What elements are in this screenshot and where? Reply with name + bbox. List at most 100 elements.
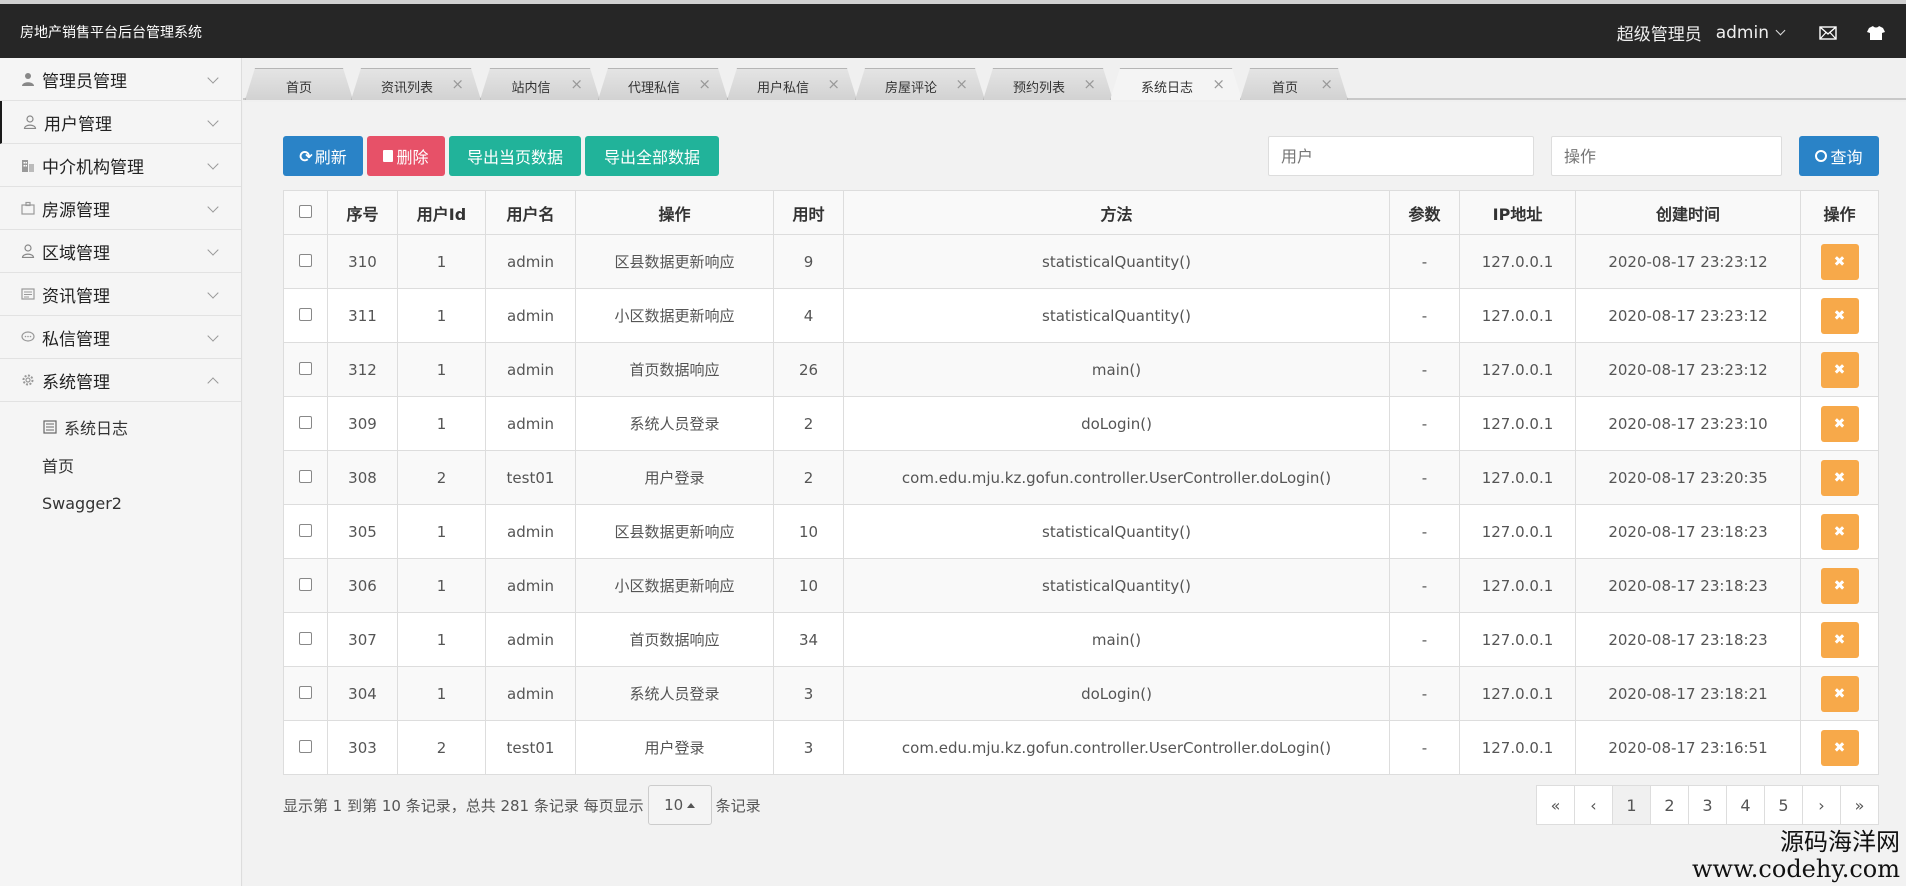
header-cell[interactable]: IP地址 (1459, 190, 1576, 235)
export-page-button[interactable]: 导出当页数据 (449, 136, 581, 176)
header-cell[interactable]: 用户名 (485, 190, 576, 235)
table-row[interactable]: 304 1 admin 系统人员登录 3 doLogin() -127.0.0.1 2020-… (283, 666, 1879, 721)
tab-home-2[interactable]: 首页 × (1240, 68, 1348, 100)
user-search-input[interactable] (1268, 136, 1534, 176)
table-cell: - (1389, 720, 1460, 775)
row-checkbox[interactable] (299, 415, 312, 429)
table-cell: 2 (397, 720, 486, 775)
delete-button[interactable]: 删除 (367, 136, 445, 176)
row-delete-button[interactable]: ✖ (1820, 567, 1859, 604)
row-delete-button[interactable]: ✖ (1820, 459, 1859, 496)
sidebar-item-label: 资讯管理 (42, 286, 110, 307)
table-row[interactable]: 312 1 admin 首页数据响应 26 main() -127.0.0.1 2020-08… (283, 342, 1879, 397)
page-button[interactable]: 4 (1726, 785, 1765, 825)
sidebar-item-admin[interactable]: 管理员管理 (0, 58, 241, 101)
row-checkbox[interactable] (299, 739, 312, 753)
tab-news-list[interactable]: 资讯列表 × (351, 68, 481, 100)
table-row[interactable]: 306 1 admin 小区数据更新响应 10 statisticalQuantity()… (283, 558, 1879, 613)
row-checkbox[interactable] (299, 469, 312, 483)
sidebar-item-messages[interactable]: 私信管理 (0, 316, 241, 359)
close-icon[interactable]: × (827, 75, 840, 93)
header-cell[interactable]: 参数 (1389, 190, 1460, 235)
tab-house-comments[interactable]: 房屋评论 × (855, 68, 985, 100)
row-delete-button[interactable]: ✖ (1820, 675, 1859, 712)
user-menu[interactable]: admin (1716, 23, 1792, 43)
header-cell[interactable]: 操作 (575, 190, 774, 235)
row-delete-button[interactable]: ✖ (1820, 351, 1859, 388)
header-cell[interactable]: 创建时间 (1575, 190, 1801, 235)
tab-system-log[interactable]: 系统日志 × (1110, 68, 1242, 100)
row-checkbox[interactable] (299, 307, 312, 321)
sidebar-item-region[interactable]: 区域管理 (0, 230, 241, 273)
export-all-button[interactable]: 导出全部数据 (585, 136, 719, 176)
tab-appointments[interactable]: 预约列表 × (983, 68, 1113, 100)
sidebar-item-system[interactable]: 系统管理 (0, 359, 241, 402)
header-cell[interactable]: 序号 (327, 190, 398, 235)
row-select-cell (283, 666, 328, 721)
page-size-select[interactable]: 10 (647, 785, 712, 825)
row-delete-button[interactable]: ✖ (1820, 621, 1859, 658)
table-row[interactable]: 309 1 admin 系统人员登录 2 doLogin() -127.0.0.1 2020-… (283, 396, 1879, 451)
close-icon[interactable]: × (451, 75, 464, 93)
row-delete-button[interactable]: ✖ (1820, 405, 1859, 442)
shirt-icon[interactable] (1864, 21, 1888, 45)
query-button[interactable]: 查询 (1799, 136, 1879, 176)
select-all-checkbox[interactable] (299, 205, 312, 218)
table-row[interactable]: 311 1 admin 小区数据更新响应 4 statisticalQuantity() -… (283, 288, 1879, 343)
table-cell: 2 (773, 450, 844, 505)
header-cell[interactable]: 方法 (843, 190, 1390, 235)
submenu-item-system-log[interactable]: 系统日志 (0, 408, 241, 446)
page-button[interactable]: 3 (1688, 785, 1727, 825)
close-icon[interactable]: × (570, 75, 583, 93)
row-delete-button[interactable]: ✖ (1820, 513, 1859, 550)
row-checkbox[interactable] (299, 631, 312, 645)
row-select-cell (283, 342, 328, 397)
tab-agent-messages[interactable]: 代理私信 × (598, 68, 728, 100)
delete-label: 删除 (396, 148, 429, 167)
sidebar-item-label: 房源管理 (42, 200, 110, 221)
close-icon[interactable]: × (1320, 75, 1333, 93)
close-icon[interactable]: × (955, 75, 968, 93)
table-row[interactable]: 303 2 test01 用户登录 3 com.edu.mju.kz.gofun.cont… (283, 720, 1879, 775)
table-cell: admin (485, 558, 576, 613)
page-button[interactable]: › (1802, 785, 1841, 825)
table-row[interactable]: 307 1 admin 首页数据响应 34 main() -127.0.0.1 2020-08… (283, 612, 1879, 667)
row-checkbox[interactable] (299, 577, 312, 591)
page-button[interactable]: » (1840, 785, 1879, 825)
mail-icon[interactable] (1816, 21, 1840, 45)
page-button[interactable]: 2 (1650, 785, 1689, 825)
page-button[interactable]: « (1536, 785, 1575, 825)
table-row[interactable]: 305 1 admin 区县数据更新响应 10 statisticalQuantity()… (283, 504, 1879, 559)
row-checkbox[interactable] (299, 253, 312, 267)
sidebar-item-housing[interactable]: 房源管理 (0, 187, 241, 230)
page-button[interactable]: 1 (1612, 785, 1651, 825)
table-cell: 区县数据更新响应 (575, 504, 774, 559)
table-row[interactable]: 310 1 admin 区县数据更新响应 9 statisticalQuantity() -… (283, 234, 1879, 289)
row-checkbox[interactable] (299, 523, 312, 537)
page-button[interactable]: ‹ (1574, 785, 1613, 825)
row-checkbox[interactable] (299, 361, 312, 375)
table-row[interactable]: 308 2 test01 用户登录 2 com.edu.mju.kz.gofun.cont… (283, 450, 1879, 505)
close-icon[interactable]: × (1212, 75, 1225, 93)
page-button[interactable]: 5 (1764, 785, 1803, 825)
close-icon[interactable]: × (1083, 75, 1096, 93)
submenu-item-home[interactable]: 首页 (0, 446, 241, 484)
header-cell[interactable]: 用时 (773, 190, 844, 235)
sidebar-item-users[interactable]: 用户管理 (0, 101, 241, 144)
sidebar-item-agency[interactable]: 中介机构管理 (0, 144, 241, 187)
header-cell[interactable]: 用户Id (397, 190, 486, 235)
tab-home[interactable]: 首页 (245, 68, 353, 100)
sidebar-item-news[interactable]: 资讯管理 (0, 273, 241, 316)
close-icon[interactable]: × (698, 75, 711, 93)
operation-search-input[interactable] (1551, 136, 1782, 176)
row-delete-button[interactable]: ✖ (1820, 729, 1859, 766)
submenu-item-swagger[interactable]: Swagger2 (0, 484, 241, 522)
table-cell: 1 (397, 396, 486, 451)
row-checkbox[interactable] (299, 685, 312, 699)
row-delete-button[interactable]: ✖ (1820, 243, 1859, 280)
row-delete-button[interactable]: ✖ (1820, 297, 1859, 334)
tab-inbox[interactable]: 站内信 × (480, 68, 600, 100)
log-icon (42, 419, 58, 435)
tab-user-messages[interactable]: 用户私信 × (727, 68, 857, 100)
refresh-button[interactable]: ⟳ 刷新 (283, 136, 363, 176)
